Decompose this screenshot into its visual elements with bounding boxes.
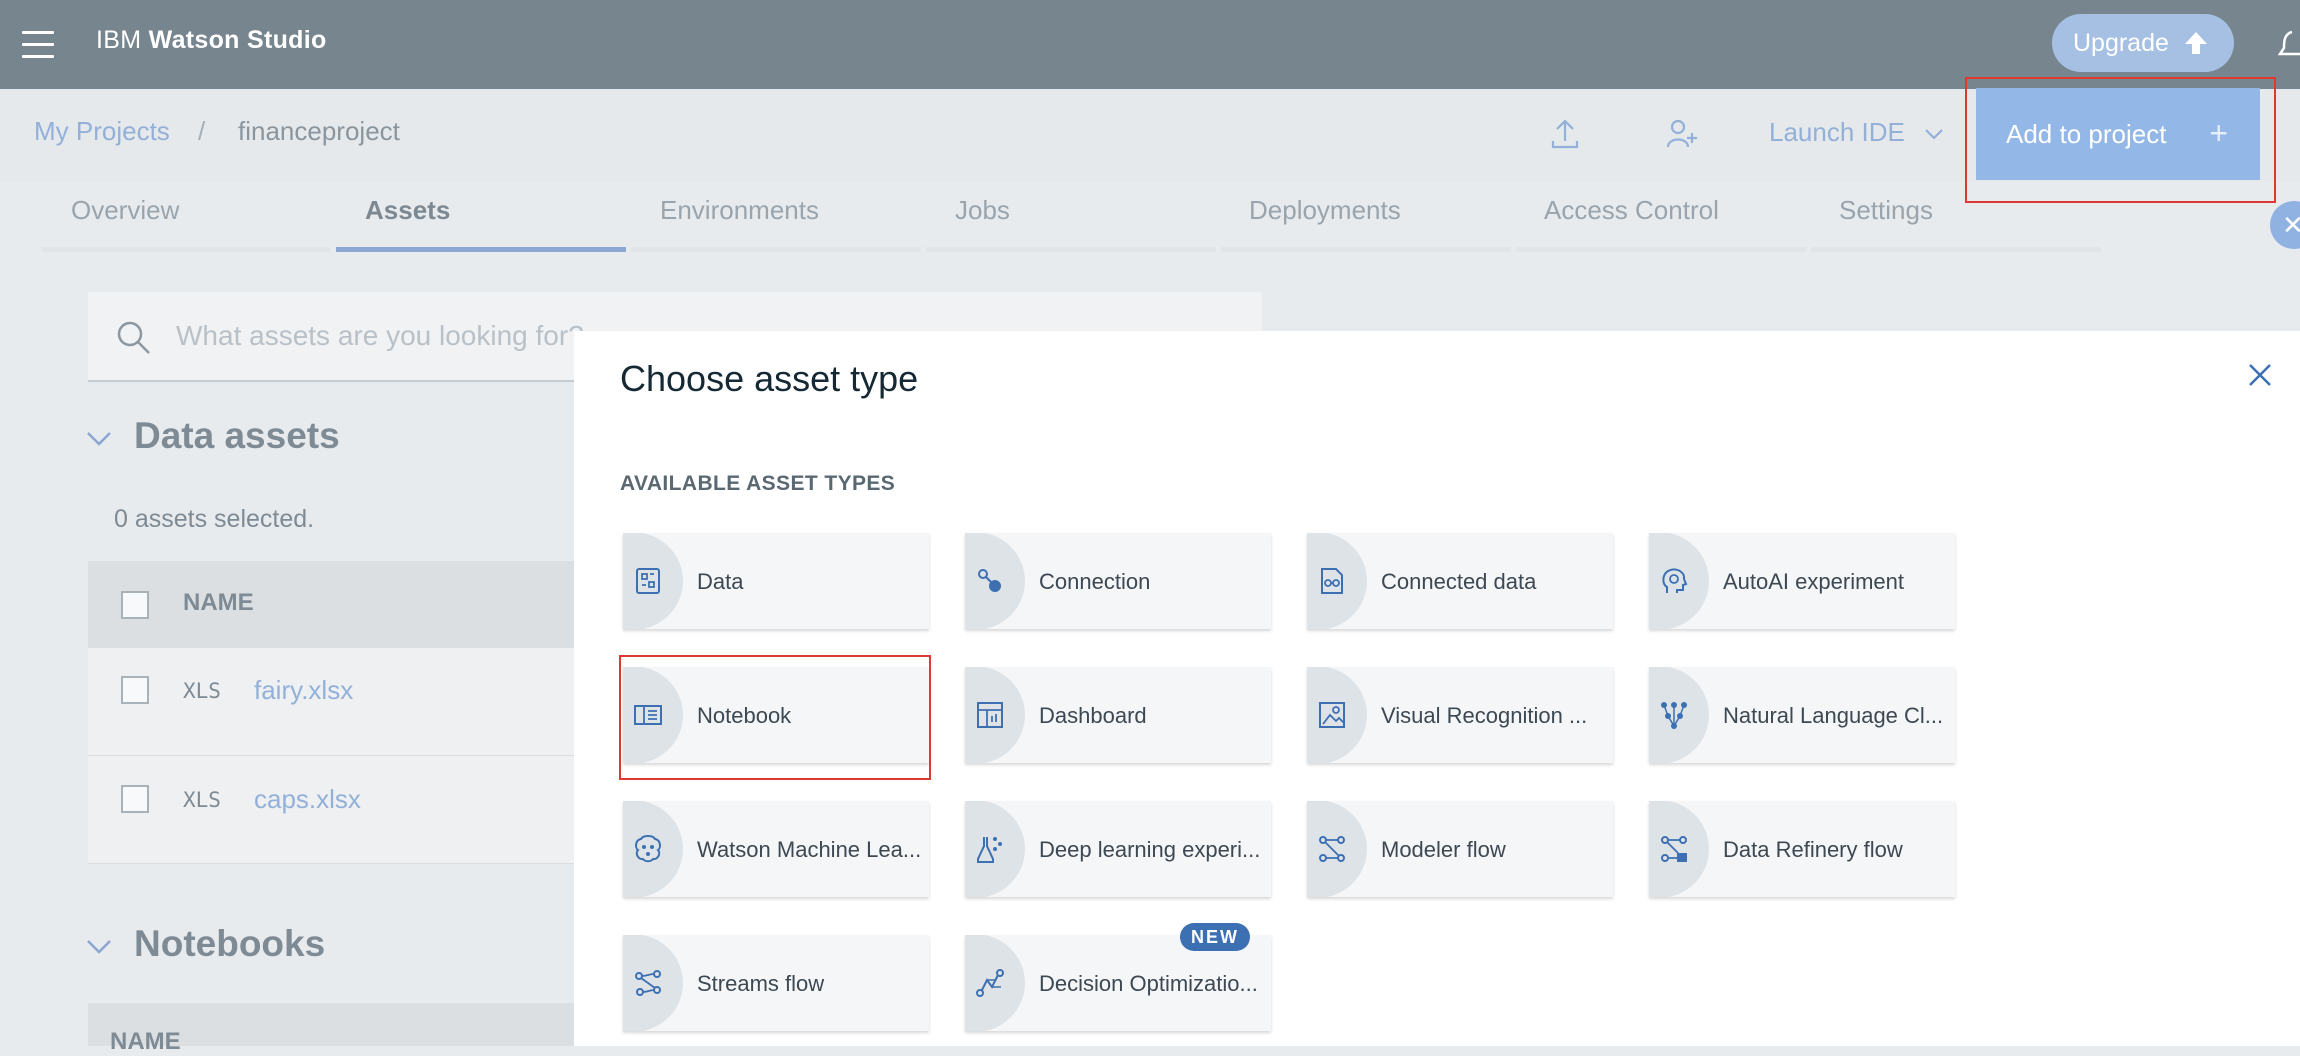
natural-language-icon	[1661, 702, 1687, 729]
asset-tile-connected-data[interactable]: Connected data	[1307, 533, 1613, 629]
modeler-flow-icon	[1319, 836, 1345, 862]
tile-label: Dashboard	[1039, 703, 1147, 728]
brand-name: Watson Studio	[148, 26, 327, 54]
tab-deployments[interactable]: Deployments	[1221, 182, 1511, 252]
data-refinery-icon	[1661, 836, 1687, 862]
asset-tile-data[interactable]: Data	[623, 533, 929, 629]
asset-tile-natural-language[interactable]: Natural Language Cl...	[1649, 667, 1955, 763]
search-icon	[117, 321, 150, 354]
tile-label: Decision Optimizatio...	[1039, 971, 1258, 996]
tab-settings[interactable]: Settings	[1811, 182, 2101, 252]
asset-tile-data-refinery-flow[interactable]: Data Refinery flow	[1649, 801, 1955, 897]
deep-learning-icon	[977, 837, 1002, 863]
column-name-header: NAME	[110, 1028, 181, 1055]
tile-label: Modeler flow	[1381, 837, 1506, 862]
dashboard-icon	[977, 702, 1003, 728]
autoai-icon	[1662, 568, 1688, 593]
file-type-label: XLS	[183, 788, 221, 812]
data-icon	[636, 568, 660, 594]
asset-tile-notebook[interactable]: Notebook	[623, 667, 929, 763]
tab-jobs[interactable]: Jobs	[926, 182, 1216, 252]
tab-access-control[interactable]: Access Control	[1516, 182, 1806, 252]
table-header	[88, 561, 588, 648]
streams-flow-icon	[635, 970, 661, 996]
tile-label: Data Refinery flow	[1723, 837, 1903, 862]
tile-label: Connected data	[1381, 569, 1537, 594]
asset-tile-dashboard[interactable]: Dashboard	[965, 667, 1271, 763]
asset-tile-connection[interactable]: Connection	[965, 533, 1271, 629]
asset-tile-streams-flow[interactable]: Streams flow	[623, 935, 929, 1031]
tab-overview[interactable]: Overview	[42, 182, 330, 252]
new-badge: NEW	[1180, 923, 1250, 951]
add-to-project-label: Add to project	[2006, 118, 2167, 149]
breadcrumb-current-project: financeproject	[238, 116, 400, 146]
menu-icon[interactable]	[22, 31, 54, 58]
breadcrumb-my-projects[interactable]: My Projects	[34, 116, 170, 147]
asset-tile-autoai[interactable]: AutoAI experiment	[1649, 533, 1955, 629]
tile-label: Notebook	[697, 703, 792, 728]
panel-title: Choose asset type	[620, 358, 919, 399]
notebooks-title: Notebooks	[134, 923, 326, 964]
row-checkbox[interactable]	[121, 785, 149, 813]
chevron-down-icon	[1925, 129, 1943, 140]
asset-tile-modeler-flow[interactable]: Modeler flow	[1307, 801, 1613, 897]
machine-learning-icon	[635, 835, 661, 863]
plus-icon: +	[2209, 115, 2228, 151]
close-icon[interactable]	[2246, 361, 2274, 389]
asset-tile-watson-machine-learning[interactable]: Watson Machine Lea...	[623, 801, 929, 897]
tile-label: Data	[697, 569, 744, 594]
upgrade-button[interactable]: Upgrade	[2052, 14, 2234, 72]
app-title: IBM Watson Studio	[96, 26, 327, 55]
select-all-checkbox[interactable]	[121, 591, 149, 619]
tile-label: AutoAI experiment	[1723, 569, 1904, 594]
visual-recognition-icon	[1319, 702, 1345, 728]
row-checkbox[interactable]	[121, 676, 149, 704]
brand-prefix: IBM	[96, 26, 142, 54]
selected-count: 0 assets selected.	[114, 505, 315, 533]
connection-icon	[978, 569, 1001, 592]
tile-label: Natural Language Cl...	[1723, 703, 1944, 728]
connected-data-icon	[1321, 568, 1343, 594]
tab-assets[interactable]: Assets	[336, 182, 626, 252]
asset-tile-visual-recognition[interactable]: Visual Recognition ...	[1307, 667, 1613, 763]
upload-arrow-icon	[2184, 32, 2207, 54]
chevron-down-icon[interactable]	[84, 424, 114, 454]
column-name-header: NAME	[183, 589, 254, 616]
close-icon[interactable]: ✕	[2270, 201, 2300, 249]
tile-label: Connection	[1039, 569, 1151, 594]
launch-ide-label: Launch IDE	[1769, 117, 1905, 147]
tile-label: Deep learning experi...	[1039, 837, 1261, 862]
launch-ide-dropdown[interactable]: Launch IDE	[1769, 117, 1944, 148]
notebook-icon	[634, 705, 662, 725]
decision-optimization-icon	[976, 969, 1004, 997]
chevron-down-icon[interactable]	[84, 932, 114, 962]
file-link[interactable]: caps.xlsx	[254, 784, 361, 815]
add-to-project-button[interactable]: Add to project +	[1976, 88, 2260, 180]
file-type-label: XLS	[183, 679, 221, 703]
notification-icon[interactable]	[2278, 26, 2300, 62]
file-link[interactable]: fairy.xlsx	[254, 675, 353, 706]
asset-tile-deep-learning[interactable]: Deep learning experi...	[965, 801, 1271, 897]
tab-environments[interactable]: Environments	[631, 182, 921, 252]
breadcrumb-separator: /	[198, 116, 206, 146]
upgrade-label: Upgrade	[2073, 28, 2169, 57]
tile-label: Visual Recognition ...	[1381, 703, 1588, 728]
add-collaborator-icon[interactable]	[1666, 117, 1698, 151]
top-header: IBM Watson Studio Upgrade	[0, 0, 2300, 89]
tile-label: Streams flow	[697, 971, 825, 996]
upload-icon[interactable]	[1549, 117, 1581, 151]
search-input[interactable]	[174, 310, 638, 362]
tile-label: Watson Machine Lea...	[697, 837, 922, 862]
available-asset-types-label: AVAILABLE ASSET TYPES	[620, 472, 896, 495]
data-assets-title: Data assets	[134, 415, 340, 456]
